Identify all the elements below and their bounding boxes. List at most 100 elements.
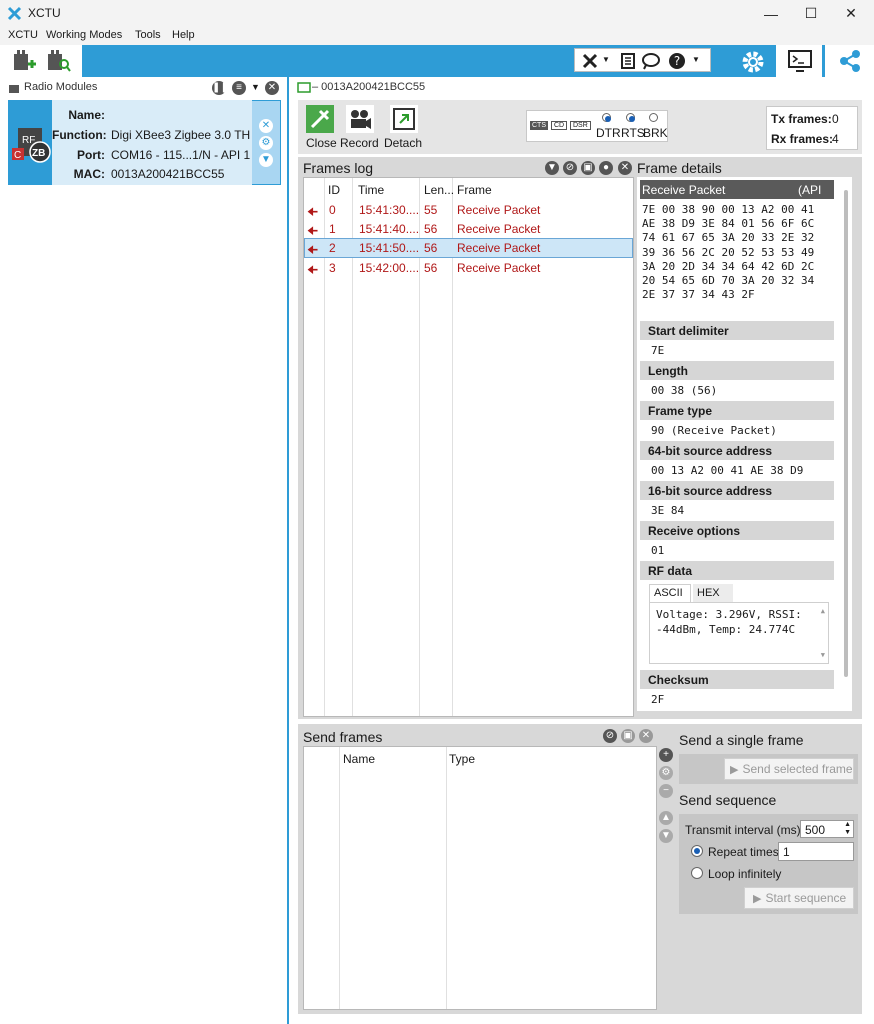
close-label[interactable]: Close bbox=[306, 136, 337, 150]
module-settings-icon[interactable]: ⚙ bbox=[259, 136, 273, 150]
play-icon: ▶ bbox=[753, 892, 762, 905]
help-icon[interactable]: ? bbox=[667, 51, 687, 71]
repeat-times-label: Repeat times bbox=[708, 845, 779, 859]
module-port-label: Port: bbox=[77, 148, 105, 162]
clear-icon[interactable]: ⊘ bbox=[563, 161, 577, 175]
scroll-up-icon[interactable]: ▲ bbox=[821, 607, 825, 615]
add-frame-icon[interactable]: + bbox=[659, 748, 673, 762]
consoles-mode-tab[interactable] bbox=[776, 45, 822, 77]
rx-frames-value: 4 bbox=[832, 132, 839, 146]
save-icon[interactable]: ▣ bbox=[581, 161, 595, 175]
source-address-64-value: 00 13 A2 00 41 AE 38 D9 bbox=[651, 464, 804, 477]
dtr-toggle[interactable] bbox=[602, 113, 611, 122]
frame-type-name: Receive Packet bbox=[642, 183, 726, 197]
menu-tools[interactable]: Tools bbox=[135, 29, 161, 41]
chat-icon[interactable] bbox=[641, 52, 661, 70]
radio-module-icon bbox=[9, 85, 19, 93]
close-connection-button[interactable] bbox=[306, 105, 334, 133]
repeat-times-radio[interactable] bbox=[691, 845, 703, 857]
toolbar-module-tab bbox=[0, 45, 82, 77]
send-frames-title: Send frames bbox=[303, 729, 383, 745]
rf-data-text: Voltage: 3.296V, RSSI: -44dBm, Temp: 24.… bbox=[649, 602, 829, 664]
table-row-selected[interactable]: 🠈 2 15:41:50.... 56 Receive Packet bbox=[304, 238, 633, 258]
arrow-left-icon: 🠈 bbox=[307, 263, 319, 277]
table-row[interactable]: 🠈 1 15:41:40.... 56 Receive Packet bbox=[304, 219, 633, 239]
filter-icon[interactable]: ▼ bbox=[545, 161, 559, 175]
spin-down-icon[interactable]: ▼ bbox=[844, 829, 851, 836]
remove-all-icon[interactable]: ✕ bbox=[265, 81, 279, 95]
loop-infinitely-label: Loop infinitely bbox=[708, 867, 782, 881]
title-bar: XCTU — ☐ ✕ bbox=[0, 0, 874, 27]
close-window-button[interactable]: ✕ bbox=[828, 0, 874, 27]
cts-indicator: CTS bbox=[530, 121, 548, 130]
svg-text:?: ? bbox=[674, 54, 680, 68]
loop-infinitely-radio[interactable] bbox=[691, 867, 703, 879]
repeat-times-input[interactable]: 1 bbox=[778, 842, 854, 861]
record-label[interactable]: Record bbox=[340, 136, 379, 150]
save-frames-icon[interactable]: ▣ bbox=[621, 729, 635, 743]
receive-options-value: 01 bbox=[651, 544, 665, 557]
close-send-icon[interactable]: ✕ bbox=[639, 729, 653, 743]
edit-frame-icon[interactable]: ⚙ bbox=[659, 766, 673, 780]
record-button[interactable] bbox=[346, 105, 374, 133]
frame-details-title: Frame details bbox=[637, 160, 722, 176]
dtr-label: DTR bbox=[596, 126, 621, 140]
spin-up-icon[interactable]: ▲ bbox=[844, 821, 851, 828]
rts-toggle[interactable] bbox=[626, 113, 635, 122]
console-tab-icon bbox=[297, 82, 311, 93]
gear-icon[interactable] bbox=[740, 49, 766, 75]
scroll-down-icon[interactable]: ▼ bbox=[821, 651, 825, 659]
module-function-value: Digi XBee3 Zigbee 3.0 TH bbox=[111, 128, 251, 142]
pause-icon[interactable]: ❚❚ bbox=[212, 81, 229, 95]
lock-icon[interactable]: ● bbox=[599, 161, 613, 175]
tools-button-group: ▼ ? ▼ bbox=[574, 48, 711, 72]
col-time[interactable]: Time bbox=[358, 183, 384, 197]
transmit-interval-input[interactable]: 500 ▲ ▼ bbox=[800, 820, 854, 838]
details-scrollbar[interactable] bbox=[844, 190, 848, 677]
tools-icon[interactable] bbox=[581, 52, 599, 70]
network-mode-tab[interactable] bbox=[825, 45, 874, 77]
start-sequence-button[interactable]: ▶ Start sequence bbox=[744, 887, 854, 909]
col-frame[interactable]: Frame bbox=[457, 183, 492, 197]
tab-hex[interactable]: HEX bbox=[693, 584, 733, 602]
menu-xctu[interactable]: XCTU bbox=[8, 29, 38, 41]
col-name[interactable]: Name bbox=[343, 752, 375, 766]
send-single-box: ▶ Send selected frame bbox=[679, 754, 858, 784]
length-value: 00 38 (56) bbox=[651, 384, 718, 397]
col-type[interactable]: Type bbox=[449, 752, 475, 766]
module-mac-label: MAC: bbox=[73, 167, 105, 181]
move-up-icon[interactable]: ▲ bbox=[659, 811, 673, 825]
send-selected-frame-button[interactable]: ▶ Send selected frame bbox=[724, 758, 854, 780]
send-frames-table: Name Type bbox=[303, 746, 657, 1010]
clear-frames-icon[interactable]: ⊘ bbox=[603, 729, 617, 743]
module-port-value: COM16 - 115...1/N - API 1 bbox=[111, 148, 251, 162]
send-sequence-box: Transmit interval (ms): 500 ▲ ▼ Repeat t… bbox=[679, 814, 858, 914]
tx-frames-value: 0 bbox=[832, 112, 839, 126]
tab-ascii[interactable]: ASCII bbox=[649, 584, 691, 602]
list-icon[interactable]: ≡ bbox=[232, 81, 246, 95]
checksum-label: Checksum bbox=[640, 670, 834, 689]
module-function-label: Function: bbox=[52, 128, 107, 142]
table-row[interactable]: 🠈 0 15:41:30.... 55 Receive Packet bbox=[304, 200, 633, 220]
col-length[interactable]: Len... bbox=[424, 183, 454, 197]
module-expand-icon[interactable]: ▼ bbox=[259, 153, 273, 167]
discover-modules-icon[interactable] bbox=[46, 48, 72, 74]
radio-modules-panel bbox=[0, 77, 289, 1024]
length-label: Length bbox=[640, 361, 834, 380]
close-log-icon[interactable]: ✕ bbox=[618, 161, 632, 175]
detach-label[interactable]: Detach bbox=[384, 136, 422, 150]
brk-toggle[interactable] bbox=[649, 113, 658, 122]
remove-frame-icon[interactable]: − bbox=[659, 784, 673, 798]
xbee-module-icon: RF C ZB bbox=[12, 128, 51, 163]
menu-help[interactable]: Help bbox=[172, 29, 195, 41]
add-module-icon[interactable] bbox=[12, 48, 38, 74]
frames-generator-icon[interactable] bbox=[620, 52, 636, 70]
receive-options-label: Receive options bbox=[640, 521, 834, 540]
col-id[interactable]: ID bbox=[328, 183, 340, 197]
menu-working-modes[interactable]: Working Modes bbox=[46, 29, 122, 41]
table-row[interactable]: 🠈 3 15:42:00.... 56 Receive Packet bbox=[304, 258, 633, 278]
remove-module-icon[interactable]: ✕ bbox=[259, 119, 273, 133]
chevron-down-icon[interactable]: ▼ bbox=[251, 82, 260, 92]
detach-button[interactable] bbox=[390, 105, 418, 133]
move-down-icon[interactable]: ▼ bbox=[659, 829, 673, 843]
